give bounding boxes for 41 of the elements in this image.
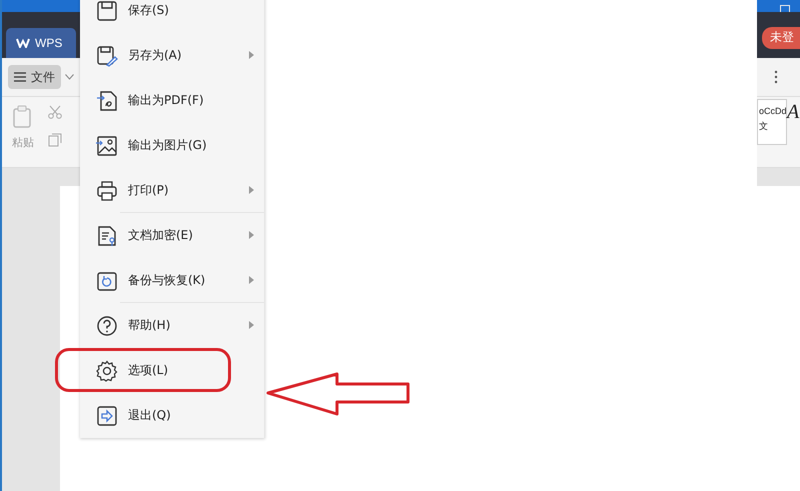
folder-restore-icon	[96, 270, 118, 292]
save-as-icon	[96, 44, 118, 66]
menu-item[interactable]: 文档加密(E)	[80, 213, 264, 258]
paste-icon[interactable]	[12, 105, 34, 129]
logo-icon	[16, 38, 30, 48]
submenu-arrow-icon	[249, 186, 254, 194]
chevron-down-icon[interactable]	[65, 74, 74, 80]
document-export-icon	[96, 90, 118, 112]
login-badge[interactable]: 未登	[762, 27, 800, 49]
submenu-arrow-icon	[249, 51, 254, 59]
file-label: 文件	[31, 68, 55, 86]
settings-icon	[96, 360, 118, 382]
more-icon[interactable]	[774, 70, 778, 84]
exit-icon	[96, 404, 118, 426]
menu-item[interactable]: 帮助(H)	[80, 303, 264, 348]
menu-item[interactable]: 选项(L)	[55, 348, 264, 393]
document-key-icon	[96, 224, 118, 246]
style-name: 文	[759, 120, 769, 133]
menu-item[interactable]: 输出为图片(G)	[80, 123, 264, 168]
image-icon	[96, 134, 118, 156]
menu-item[interactable]: 打印(P)	[80, 168, 264, 213]
copy-icon[interactable]	[48, 133, 62, 147]
style-sample: oCcDd	[759, 106, 786, 116]
menu-item[interactable]: 输出为PDF(F)	[80, 78, 264, 123]
menu-icon	[14, 72, 26, 82]
file-menu-button[interactable]: 文件	[8, 65, 61, 89]
printer-icon	[96, 180, 118, 202]
save-icon	[96, 0, 118, 22]
submenu-arrow-icon	[249, 231, 254, 239]
wps-tab[interactable]: WPS	[6, 28, 76, 58]
submenu-arrow-icon	[249, 321, 254, 329]
menu-item[interactable]: 退出(Q)	[80, 393, 264, 438]
scissors-icon[interactable]	[48, 105, 62, 119]
menu-item[interactable]: 保存(S)	[80, 0, 264, 33]
help-icon	[96, 314, 118, 336]
tab-label: WPS	[35, 36, 62, 50]
menu-item[interactable]: 备份与恢复(K)	[80, 258, 264, 303]
menu-item[interactable]: 另存为(A)	[80, 33, 264, 78]
submenu-arrow-icon	[249, 276, 254, 284]
font-sample[interactable]: A	[787, 101, 800, 124]
style-preview[interactable]: oCcDd 文	[757, 99, 787, 145]
